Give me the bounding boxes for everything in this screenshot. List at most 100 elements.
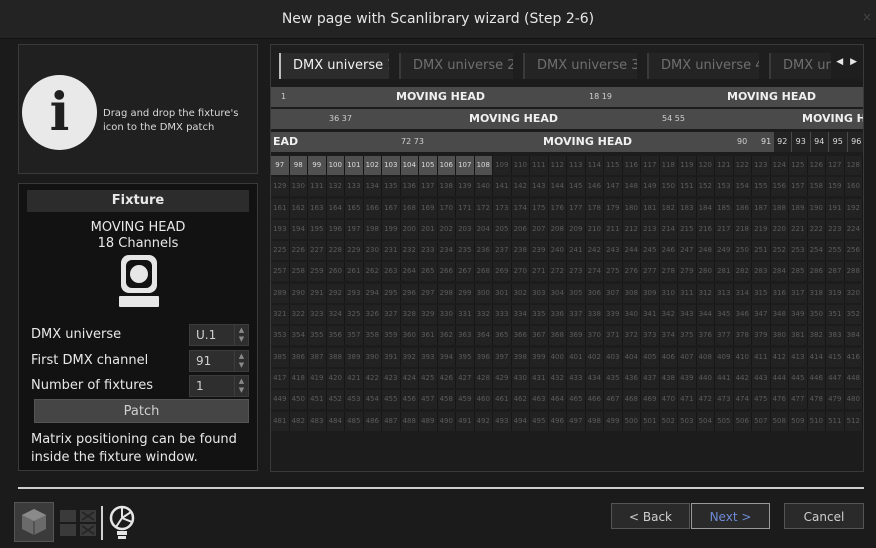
dmx-universe-spinbox[interactable]: U.1 ▲ ▼ — [189, 324, 249, 346]
dmx-channel-cell[interactable]: 307 — [604, 283, 623, 303]
dmx-channel-cell[interactable]: 205 — [493, 219, 512, 239]
dmx-channel-cell[interactable]: 152 — [696, 177, 715, 197]
dmx-channel-cell[interactable]: 116 — [622, 156, 641, 175]
dmx-channel-cell[interactable]: 209 — [567, 219, 586, 239]
dmx-channel-cell[interactable]: 339 — [604, 305, 623, 325]
dmx-channel-cell[interactable]: 173 — [493, 198, 512, 218]
dmx-channel-cell[interactable]: 179 — [604, 198, 623, 218]
dmx-channel-cell[interactable]: 110 — [511, 156, 530, 175]
dmx-channel-cell[interactable]: 308 — [622, 283, 641, 303]
dmx-channel-cell[interactable]: 261 — [345, 262, 364, 282]
dmx-channel-cell[interactable]: 238 — [511, 241, 530, 261]
dmx-channel-cell[interactable]: 281 — [715, 262, 734, 282]
dmx-channel-cell[interactable]: 416 — [844, 347, 863, 367]
dmx-channel-cell[interactable]: 220 — [770, 219, 789, 239]
back-button[interactable]: < Back — [611, 503, 690, 529]
dmx-channel-cell[interactable]: 177 — [567, 198, 586, 218]
patch-button[interactable]: Patch — [34, 399, 249, 423]
dmx-channel-cell[interactable]: 367 — [530, 326, 549, 346]
dmx-channel-cell[interactable]: 229 — [345, 241, 364, 261]
dmx-channel-cell[interactable]: 399 — [530, 347, 549, 367]
dmx-channel-cell[interactable]: 132 — [326, 177, 345, 197]
dmx-channel-cell[interactable]: 433 — [567, 368, 586, 388]
dmx-channel-cell[interactable]: 429 — [493, 368, 512, 388]
dmx-channel-cell[interactable]: 117 — [641, 156, 660, 175]
dmx-channel-cell[interactable]: 136 — [400, 177, 419, 197]
dmx-channel-cell[interactable]: 114 — [585, 156, 604, 175]
dmx-channel-cell[interactable]: 456 — [400, 390, 419, 410]
dmx-channel-cell[interactable]: 400 — [548, 347, 567, 367]
dmx-channel-cell[interactable]: 288 — [844, 262, 863, 282]
dmx-channel-cell[interactable]: 183 — [678, 198, 697, 218]
dmx-channel-cell[interactable]: 476 — [770, 390, 789, 410]
dmx-channel-cell[interactable]: 113 — [567, 156, 586, 175]
dmx-channel-cell[interactable]: 436 — [622, 368, 641, 388]
dmx-channel-cell[interactable]: 343 — [678, 305, 697, 325]
dmx-channel-cell[interactable]: 115 — [604, 156, 623, 175]
dmx-channel-cell[interactable]: 259 — [308, 262, 327, 282]
dmx-channel-cell[interactable]: 482 — [289, 411, 308, 431]
dmx-channel-cell[interactable]: 401 — [567, 347, 586, 367]
dmx-channel-cell[interactable]: 191 — [826, 198, 845, 218]
dmx-channel-cell[interactable]: 104 — [400, 156, 419, 175]
dmx-channel-cell[interactable]: 165 — [345, 198, 364, 218]
dmx-channel-cell[interactable]: 396 — [474, 347, 493, 367]
dmx-channel-cell[interactable]: 192 — [844, 198, 863, 218]
dmx-channel-cell[interactable]: 155 — [752, 177, 771, 197]
dmx-channel-cell[interactable]: 409 — [715, 347, 734, 367]
dmx-channel-cell[interactable]: 382 — [807, 326, 826, 346]
dmx-channel-cell[interactable]: 358 — [363, 326, 382, 346]
dmx-channel-cell[interactable]: 108 — [474, 156, 493, 175]
dmx-channel-cell[interactable]: 101 — [345, 156, 364, 175]
dmx-channel-cell[interactable]: 295 — [382, 283, 401, 303]
dmx-channel-cell[interactable]: 417 — [271, 368, 290, 388]
dmx-channel-cell[interactable]: 487 — [382, 411, 401, 431]
dmx-channel-cell[interactable]: 299 — [456, 283, 475, 303]
dmx-channel-cell[interactable]: 508 — [770, 411, 789, 431]
dmx-channel-cell[interactable]: 123 — [752, 156, 771, 175]
dmx-channel-cell[interactable]: 437 — [641, 368, 660, 388]
dmx-channel-cell[interactable]: 282 — [733, 262, 752, 282]
dmx-channel-cell[interactable]: 249 — [715, 241, 734, 261]
dmx-channel-cell[interactable]: 289 — [271, 283, 290, 303]
dmx-channel-cell[interactable]: 236 — [474, 241, 493, 261]
dmx-channel-cell[interactable]: 507 — [752, 411, 771, 431]
dmx-channel-cell[interactable]: 461 — [493, 390, 512, 410]
dmx-channel-cell[interactable]: 471 — [678, 390, 697, 410]
dmx-channel-cell[interactable]: 190 — [807, 198, 826, 218]
dmx-channel-cell[interactable]: 188 — [770, 198, 789, 218]
dmx-channel-cell[interactable]: 341 — [641, 305, 660, 325]
dmx-channel-cell[interactable]: 387 — [308, 347, 327, 367]
dmx-channel-cell[interactable]: 210 — [585, 219, 604, 239]
dmx-channel-cell[interactable]: 175 — [530, 198, 549, 218]
tab-universe-5[interactable]: DMX uni — [769, 53, 831, 79]
dmx-channel-cell[interactable]: 419 — [308, 368, 327, 388]
dmx-channel-cell[interactable]: 311 — [678, 283, 697, 303]
dmx-channel-cell[interactable]: 407 — [678, 347, 697, 367]
dmx-channel-cell[interactable]: 327 — [382, 305, 401, 325]
dmx-channel-cell[interactable]: 463 — [530, 390, 549, 410]
dmx-channel-cell[interactable]: 420 — [326, 368, 345, 388]
dmx-channel-cell[interactable]: 201 — [419, 219, 438, 239]
dmx-channel-cell[interactable]: 325 — [345, 305, 364, 325]
dmx-channel-cell[interactable]: 489 — [419, 411, 438, 431]
dmx-channel-cell[interactable]: 291 — [308, 283, 327, 303]
dmx-channel-cell[interactable]: 495 — [530, 411, 549, 431]
dmx-channel-cell[interactable]: 338 — [585, 305, 604, 325]
dmx-channel-cell[interactable]: 431 — [530, 368, 549, 388]
dmx-channel-cell[interactable]: 347 — [752, 305, 771, 325]
dmx-channel-cell[interactable]: 428 — [474, 368, 493, 388]
dmx-channel-cell[interactable]: 126 — [807, 156, 826, 175]
dmx-channel-cell[interactable]: 368 — [548, 326, 567, 346]
dmx-channel-cell[interactable]: 393 — [419, 347, 438, 367]
dmx-channel-cell[interactable]: 501 — [641, 411, 660, 431]
spin-arrows-icon[interactable]: ▲ ▼ — [234, 376, 248, 396]
dmx-channel-cell[interactable]: 483 — [308, 411, 327, 431]
dmx-channel-cell[interactable]: 451 — [308, 390, 327, 410]
dmx-channel-cell[interactable]: 449 — [271, 390, 290, 410]
dmx-channel-cell[interactable]: 481 — [271, 411, 290, 431]
dmx-channel-cell[interactable]: 127 — [826, 156, 845, 175]
dmx-channel-cell[interactable]: 304 — [548, 283, 567, 303]
dmx-channel-cell[interactable]: 125 — [789, 156, 808, 175]
dmx-channel-cell[interactable]: 148 — [622, 177, 641, 197]
